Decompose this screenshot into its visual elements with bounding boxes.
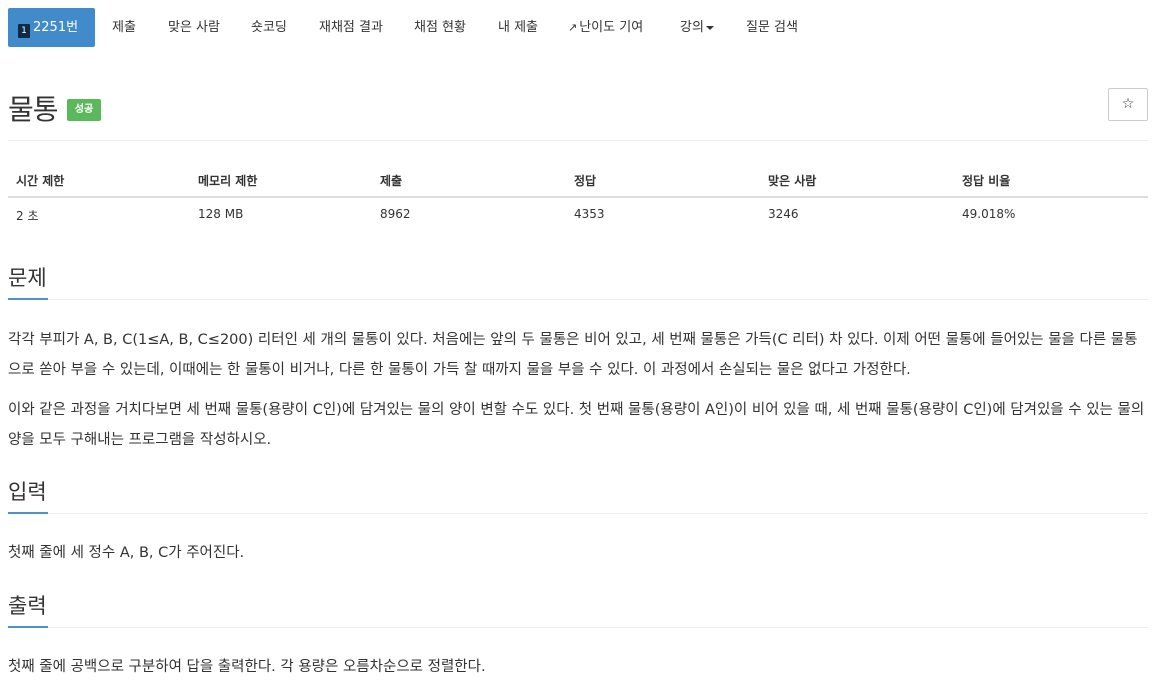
problem-nav: 1 2251번 제출 맞은 사람 숏코딩 재채점 결과 채점 현황 내 제출 ↗ 난…	[0, 0, 1152, 52]
tab-my-submissions[interactable]: 내 제출	[498, 8, 538, 47]
status-badge: 성공	[67, 99, 101, 121]
cell-correct-ratio: 49.018%	[962, 207, 1016, 221]
section-divider	[8, 627, 1148, 628]
problem-page: 1 2251번 제출 맞은 사람 숏코딩 재채점 결과 채점 현황 내 제출 ↗ 난…	[0, 0, 1152, 680]
output-description: 첫째 줄에 공백으로 구분하여 답을 출력한다. 각 용량은 오름차순으로 정렬…	[8, 659, 486, 675]
cell-submissions: 8962	[380, 207, 411, 221]
section-title-input: 입력	[8, 480, 47, 504]
header-submissions: 제출	[380, 174, 403, 188]
tab-difficulty-label: 난이도 기여	[579, 20, 644, 35]
input-description: 첫째 줄에 세 정수 A, B, C가 주어진다.	[8, 545, 245, 561]
star-icon: ☆	[1121, 96, 1135, 112]
title-divider	[8, 140, 1148, 141]
section-divider	[8, 299, 1148, 300]
tab-rejudge-results[interactable]: 재채점 결과	[319, 8, 383, 47]
page-title: 물통	[8, 93, 59, 126]
tab-difficulty-contribution[interactable]: ↗ 난이도 기여	[568, 8, 643, 47]
section-underline	[8, 298, 48, 300]
section-underline	[8, 512, 48, 514]
cell-accepted-users: 3246	[768, 207, 799, 221]
header-time-limit: 시간 제한	[16, 174, 65, 188]
tab-accepted-users[interactable]: 맞은 사람	[168, 8, 220, 47]
caret-down-icon	[705, 25, 714, 30]
table-header-divider	[8, 196, 1148, 198]
badge-icon: 1	[18, 24, 30, 38]
cell-time-limit: 2 초	[16, 209, 39, 223]
external-link-icon: ↗	[568, 21, 578, 34]
section-underline	[8, 626, 48, 628]
tab-problem[interactable]: 1 2251번	[8, 8, 95, 47]
tab-problem-label: 2251번	[33, 20, 79, 35]
cell-correct: 4353	[574, 207, 605, 221]
header-accepted-users: 맞은 사람	[768, 174, 817, 188]
section-title-output: 출력	[8, 594, 47, 618]
header-correct: 정답	[574, 174, 597, 188]
tab-question-search[interactable]: 질문 검색	[746, 8, 798, 47]
problem-description-2: 이와 같은 과정을 거치다보면 세 번째 물통(용량이 C인)에 담겨있는 물의…	[8, 402, 1145, 448]
section-title-problem: 문제	[8, 266, 47, 290]
section-divider	[8, 513, 1148, 514]
header-memory-limit: 메모리 제한	[198, 174, 258, 188]
favorite-button[interactable]: ☆	[1108, 88, 1148, 121]
tab-lectures-dropdown[interactable]: 강의	[680, 8, 714, 47]
tab-short-coding[interactable]: 숏코딩	[251, 8, 287, 47]
problem-description-1: 각각 부피가 A, B, C(1≤A, B, C≤200) 리터인 세 개의 물…	[8, 332, 1138, 378]
header-correct-ratio: 정답 비율	[962, 174, 1011, 188]
cell-memory-limit: 128 MB	[198, 207, 244, 221]
tab-lectures-label: 강의	[680, 20, 704, 35]
tab-status[interactable]: 채점 현황	[414, 8, 466, 47]
tab-submit[interactable]: 제출	[112, 8, 136, 47]
